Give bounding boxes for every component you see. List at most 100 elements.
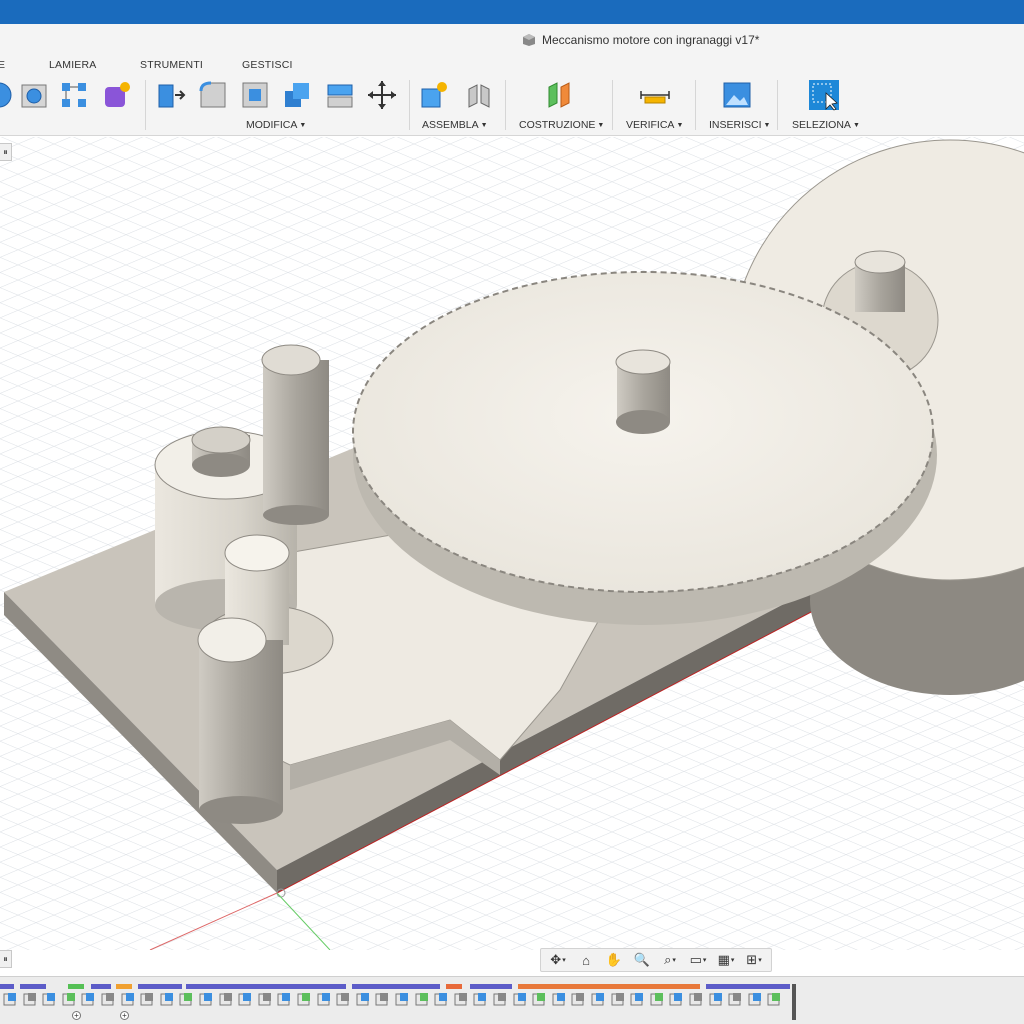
viewport-canvas[interactable]: [0, 137, 1024, 950]
document-cube-icon: [523, 34, 535, 46]
pattern-tool-button[interactable]: [57, 78, 91, 112]
measure-tool-button[interactable]: [638, 78, 672, 112]
tab-lamiera[interactable]: LAMIERA: [49, 59, 97, 71]
costruzione-menu[interactable]: COSTRUZIONE ▼: [519, 119, 604, 131]
timeline-feature-icon[interactable]: [512, 991, 528, 1007]
timeline-feature-icon[interactable]: [198, 991, 214, 1007]
pan-icon[interactable]: ✋: [601, 949, 627, 971]
timeline-feature-icon[interactable]: [61, 991, 77, 1007]
align-tool-button[interactable]: [323, 78, 357, 112]
insert-image-tool-button[interactable]: [720, 78, 754, 112]
timeline-feature-icon[interactable]: [159, 991, 175, 1007]
revolve-tool-button[interactable]: [0, 78, 16, 112]
zoom-icon[interactable]: 🔍: [629, 949, 655, 971]
timeline-feature-icon[interactable]: [688, 991, 704, 1007]
hole-tool-button[interactable]: [17, 78, 51, 112]
timeline-feature-icon[interactable]: [747, 991, 763, 1007]
timeline-feature-icon[interactable]: [276, 991, 292, 1007]
timeline-feature-icon[interactable]: [218, 991, 234, 1007]
timeline-feature-icon[interactable]: [708, 991, 724, 1007]
timeline-feature-icon[interactable]: [355, 991, 371, 1007]
timeline-feature-icon[interactable]: [472, 991, 488, 1007]
combine-tool-button[interactable]: [280, 78, 314, 112]
viewport-scene: [0, 137, 1024, 950]
timeline-group-strip: [0, 984, 14, 989]
shell-icon: [242, 82, 268, 108]
timeline-feature-icon[interactable]: [551, 991, 567, 1007]
timeline-feature-icon[interactable]: [394, 991, 410, 1007]
select-tool-button[interactable]: [807, 78, 841, 112]
document-title-bar: [0, 24, 1024, 56]
timeline-feature-icon[interactable]: [41, 991, 57, 1007]
verifica-menu[interactable]: VERIFICA ▼: [626, 119, 683, 131]
timeline-feature-icon[interactable]: [766, 991, 782, 1007]
look-at-icon[interactable]: ⌂: [573, 949, 599, 971]
tab-partial[interactable]: E: [0, 59, 5, 71]
timeline-marker[interactable]: [792, 984, 796, 1020]
fit-icon[interactable]: ⌕ ▾: [657, 949, 683, 971]
timeline-feature-icon[interactable]: [649, 991, 665, 1007]
timeline-feature-icon[interactable]: [668, 991, 684, 1007]
timeline-feature-icon[interactable]: [100, 991, 116, 1007]
timeline-feature-icon[interactable]: [80, 991, 96, 1007]
timeline-feature-icon[interactable]: [120, 991, 136, 1007]
hole-icon: [21, 84, 47, 108]
modifica-menu[interactable]: MODIFICA ▼: [246, 119, 306, 131]
right-gear-shaft: [854, 250, 906, 312]
timeline-group-strip: [446, 984, 462, 989]
inserisci-menu[interactable]: INSERISCI ▼: [709, 119, 770, 131]
tab-strumenti[interactable]: STRUMENTI: [140, 59, 203, 71]
offset-plane-tool-button[interactable]: [542, 78, 576, 112]
joint-icon: [468, 84, 490, 108]
tall-pin-back: [261, 344, 329, 525]
timeline-group-strip: [91, 984, 111, 989]
joint-tool-button[interactable]: [462, 78, 496, 112]
browser-toggle[interactable]: ⏸: [0, 143, 12, 161]
timeline-feature-icon[interactable]: [433, 991, 449, 1007]
select-icon: [809, 80, 839, 111]
press-pull-tool-button[interactable]: [154, 78, 188, 112]
timeline-group-strip: [352, 984, 440, 989]
viewport-icon[interactable]: ⊞ ▾: [741, 949, 767, 971]
display-icon[interactable]: ▭ ▾: [685, 949, 711, 971]
document-title: Meccanismo motore con ingranaggi v17*: [522, 33, 759, 47]
timeline-feature-icon[interactable]: [629, 991, 645, 1007]
create-form-tool-button[interactable]: [100, 78, 134, 112]
comments-toggle[interactable]: ⏸: [0, 950, 12, 968]
timeline-feature-icon[interactable]: [178, 991, 194, 1007]
timeline-feature-icon[interactable]: [590, 991, 606, 1007]
timeline-feature-icon[interactable]: [296, 991, 312, 1007]
grid-icon[interactable]: ▦ ▾: [713, 949, 739, 971]
separator: [777, 80, 778, 130]
window-titlebar: [0, 0, 1024, 24]
separator: [612, 80, 613, 130]
timeline-feature-icon[interactable]: [414, 991, 430, 1007]
timeline-feature-icon[interactable]: [374, 991, 390, 1007]
timeline-feature-icon[interactable]: [316, 991, 332, 1007]
timeline-feature-icon[interactable]: [257, 991, 273, 1007]
orbit-icon[interactable]: ✥ ▾: [545, 949, 571, 971]
tab-gestisci[interactable]: GESTISCI: [242, 59, 293, 71]
shell-tool-button[interactable]: [238, 78, 272, 112]
timeline-expand-icon[interactable]: +: [72, 1011, 81, 1020]
timeline-feature-icon[interactable]: [531, 991, 547, 1007]
timeline-feature-icon[interactable]: [727, 991, 743, 1007]
timeline-feature-icon[interactable]: [453, 991, 469, 1007]
fillet-tool-button[interactable]: [196, 78, 230, 112]
move-tool-button[interactable]: [365, 78, 399, 112]
timeline-feature-icon[interactable]: [237, 991, 253, 1007]
timeline-feature-icon[interactable]: [492, 991, 508, 1007]
assembla-menu[interactable]: ASSEMBLA ▼: [422, 119, 488, 131]
timeline-feature-icon[interactable]: [335, 991, 351, 1007]
timeline-feature-icon[interactable]: [139, 991, 155, 1007]
timeline-feature-icon[interactable]: [22, 991, 38, 1007]
seleziona-menu[interactable]: SELEZIONA ▼: [792, 119, 860, 131]
timeline-feature-icon[interactable]: [2, 991, 18, 1007]
timeline-feature-icon[interactable]: [610, 991, 626, 1007]
timeline-group-strip: [20, 984, 46, 989]
document-title-text: Meccanismo motore con ingranaggi v17*: [542, 33, 760, 47]
timeline-expand-icon[interactable]: +: [120, 1011, 129, 1020]
timeline-group-strip: [68, 984, 84, 989]
new-component-tool-button[interactable]: [417, 78, 451, 112]
timeline-feature-icon[interactable]: [570, 991, 586, 1007]
